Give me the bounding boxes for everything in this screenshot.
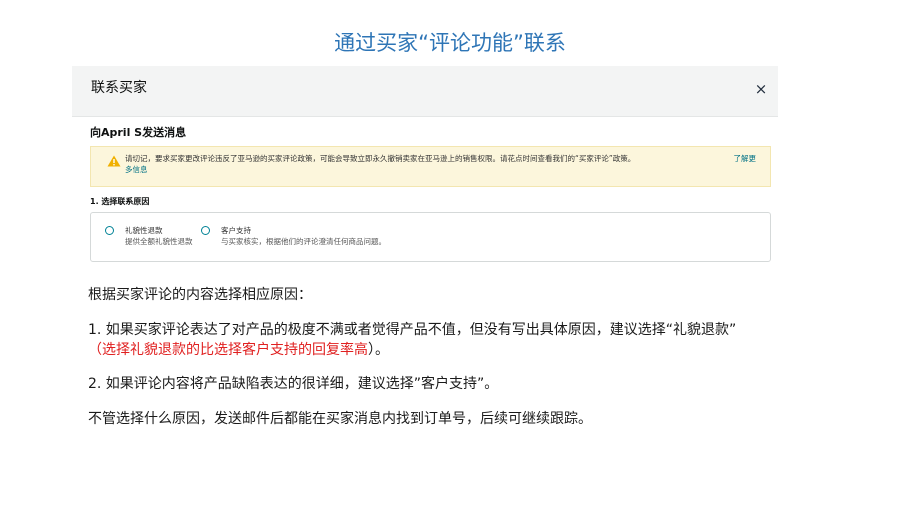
point-2: 2. 如果评论内容将产品缺陷表达的很详细，建议选择”客户支持”。	[88, 376, 499, 392]
paren-close: ）。	[368, 342, 389, 358]
point-1-line-2: （选择礼貌退款的比选择客户支持的回复率高）。	[88, 340, 389, 360]
reason-description: 提供全额礼貌性退款	[125, 237, 193, 246]
radio-button[interactable]	[201, 226, 210, 235]
warning-icon	[107, 155, 121, 167]
learn-more-link[interactable]: 了解更	[734, 153, 757, 164]
step-label: 1. 选择联系原因	[90, 197, 150, 206]
modal-title: 联系买家	[91, 80, 147, 96]
policy-warning-alert: 请切记，要求买家更改评论违反了亚马逊的买家评论政策，可能会导致立即永久撤销卖家在…	[90, 146, 771, 187]
intro-text: 根据买家评论的内容选择相应原因：	[88, 287, 312, 303]
modal-header: 联系买家 ×	[72, 66, 778, 117]
reason-description: 与买家核实，根据他们的评论澄清任何商品问题。	[221, 237, 386, 246]
radio-button[interactable]	[105, 226, 114, 235]
learn-more-link-continued[interactable]: 多信息	[125, 164, 148, 175]
closing-text: 不管选择什么原因，发送邮件后都能在买家消息内找到订单号，后续可继续跟踪。	[88, 411, 592, 427]
slide-title: 通过买家“评论功能”联系	[334, 31, 566, 55]
contact-buyer-modal: 联系买家 × 向April S发送消息 请切记，要求买家更改评论违反了亚马逊的买…	[72, 66, 778, 266]
paren-open: （	[88, 342, 102, 358]
reason-options: 礼貌性退款 提供全额礼貌性退款 客户支持 与买家核实，根据他们的评论澄清任何商品…	[90, 212, 771, 262]
reason-title: 礼貌性退款	[125, 226, 163, 235]
reason-title: 客户支持	[221, 226, 251, 235]
alert-message: 请切记，要求买家更改评论违反了亚马逊的买家评论政策，可能会导致立即永久撤销卖家在…	[125, 154, 636, 163]
close-icon[interactable]: ×	[750, 78, 772, 100]
highlight-text: 选择礼貌退款的比选择客户支持的回复率高	[102, 342, 368, 358]
point-1-line-1: 1. 如果买家评论表达了对产品的极度不满或者觉得产品不值，但没有写出具体原因，建…	[88, 322, 737, 338]
recipient-heading: 向April S发送消息	[90, 126, 187, 139]
